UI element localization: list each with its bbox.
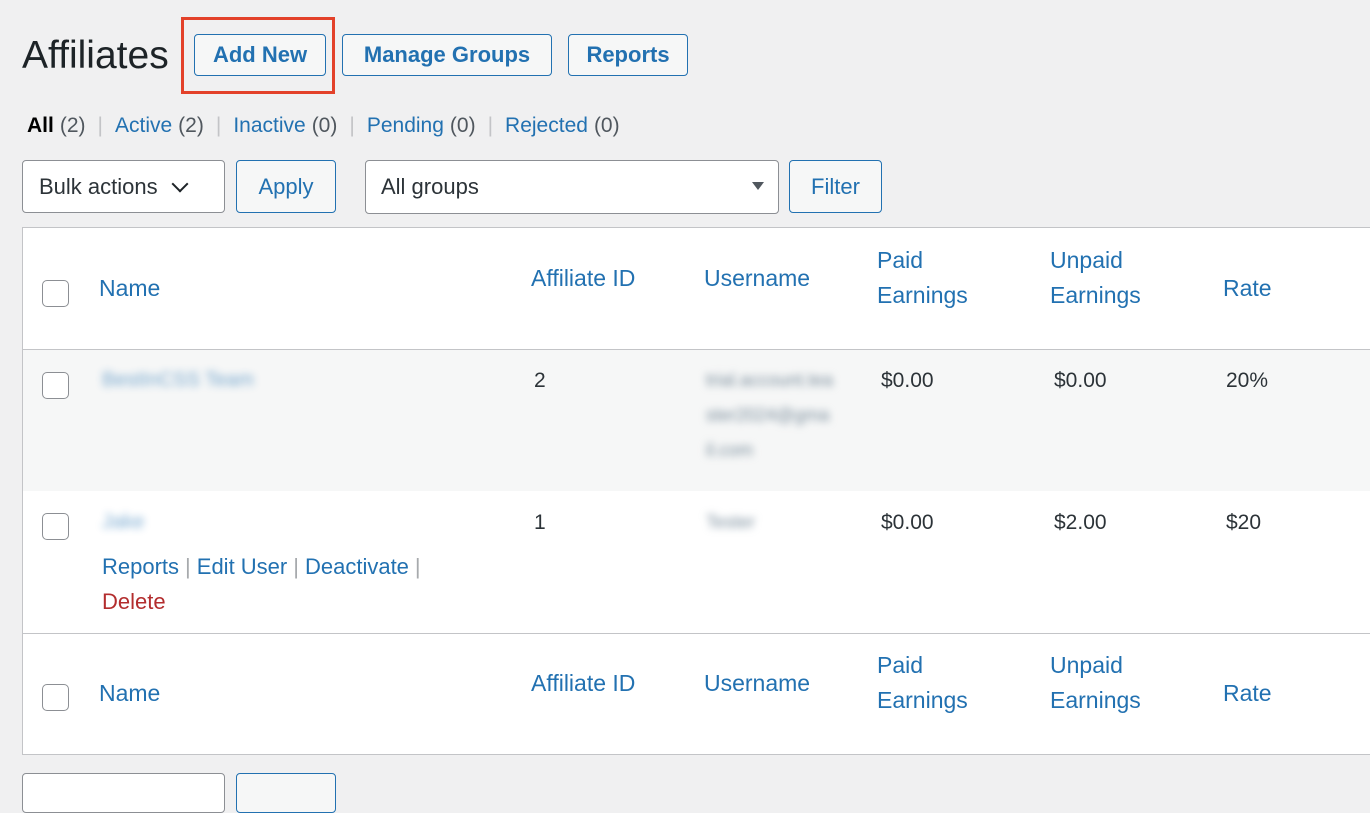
rate: $20 (1226, 511, 1262, 534)
action-separator: | (185, 554, 191, 579)
username-line: ster2024@gma (706, 405, 830, 425)
select-all-checkbox[interactable] (42, 280, 69, 307)
affiliate-name[interactable]: BestInCSS Team (102, 363, 254, 398)
affiliate-username: Tester (706, 512, 756, 532)
view-pending[interactable]: Pending (367, 114, 444, 138)
affiliates-table: Name Affiliate ID Username Paid Earnings… (22, 227, 1370, 755)
view-active-count: (2) (178, 114, 204, 137)
bulk-actions-select-bottom[interactable] (22, 773, 225, 813)
view-inactive-count: (0) (311, 114, 338, 137)
view-separator: | (349, 114, 355, 137)
column-unpaid-earnings[interactable]: Unpaid Earnings (1050, 243, 1141, 313)
view-inactive[interactable]: Inactive (233, 114, 305, 138)
caret-down-icon (752, 182, 764, 190)
bulk-actions-label: Bulk actions (39, 173, 158, 199)
rate: 20% (1226, 369, 1269, 392)
view-pending-count: (0) (449, 114, 476, 137)
row-action-delete[interactable]: Delete (102, 589, 166, 614)
paid-earnings: $0.00 (881, 369, 934, 392)
unpaid-earnings: $2.00 (1054, 511, 1107, 534)
column-unpaid-earnings[interactable]: Unpaid Earnings (1050, 648, 1141, 718)
group-filter-select[interactable]: All groups (365, 160, 779, 214)
view-rejected[interactable]: Rejected (505, 114, 588, 138)
row-checkbox[interactable] (42, 372, 69, 399)
username-line: il.com (706, 440, 754, 460)
view-all[interactable]: All (27, 114, 54, 138)
paid-earnings: $0.00 (881, 511, 934, 534)
column-unpaid-line2: Earnings (1050, 687, 1141, 713)
view-separator: | (97, 114, 103, 137)
column-rate[interactable]: Rate (1223, 676, 1272, 711)
filter-button[interactable]: Filter (789, 160, 882, 213)
row-action-deactivate[interactable]: Deactivate (305, 554, 409, 579)
column-affiliate-id[interactable]: Affiliate ID (531, 261, 635, 296)
action-separator: | (293, 554, 299, 579)
column-paid-line2: Earnings (877, 282, 968, 308)
username-line: trial.account.tea (706, 370, 834, 390)
view-separator: | (487, 114, 494, 137)
row-checkbox[interactable] (42, 513, 69, 540)
manage-groups-button[interactable]: Manage Groups (342, 34, 552, 76)
view-all-count: (2) (59, 114, 86, 137)
column-paid-earnings[interactable]: Paid Earnings (877, 648, 968, 718)
affiliate-username: trial.account.tea ster2024@gma il.com (706, 363, 833, 468)
highlight-box (181, 17, 335, 94)
view-separator: | (215, 114, 222, 137)
column-affiliate-id[interactable]: Affiliate ID (531, 666, 635, 701)
bulk-actions-select[interactable]: Bulk actions (22, 160, 225, 213)
column-unpaid-line2: Earnings (1050, 282, 1141, 308)
group-filter-label: All groups (381, 174, 479, 199)
apply-button-bottom[interactable] (236, 773, 336, 813)
table-footer-row: Name Affiliate ID Username Paid Earnings… (23, 634, 1370, 755)
column-username[interactable]: Username (704, 261, 810, 296)
action-separator: | (414, 554, 421, 579)
view-rejected-count: (0) (593, 114, 620, 137)
unpaid-earnings: $0.00 (1054, 369, 1107, 392)
column-paid-line1: Paid (877, 247, 924, 273)
column-username[interactable]: Username (704, 666, 810, 701)
row-actions: Reports | Edit User | Deactivate | Delete (102, 549, 482, 619)
row-action-reports[interactable]: Reports (102, 554, 179, 579)
affiliate-name[interactable]: Jake (102, 505, 144, 540)
affiliate-id: 1 (534, 511, 546, 534)
page-title: Affiliates (22, 34, 169, 77)
column-unpaid-line1: Unpaid (1050, 247, 1123, 273)
apply-button[interactable]: Apply (236, 160, 336, 213)
affiliate-id: 2 (534, 369, 546, 392)
table-header-row: Name Affiliate ID Username Paid Earnings… (23, 228, 1370, 350)
column-unpaid-line1: Unpaid (1050, 652, 1123, 678)
row-action-edit-user[interactable]: Edit User (197, 554, 287, 579)
column-paid-line2: Earnings (877, 687, 968, 713)
column-name[interactable]: Name (99, 271, 160, 306)
select-all-checkbox-footer[interactable] (42, 684, 69, 711)
view-active[interactable]: Active (115, 114, 172, 138)
table-row: Jake 1 Tester $0.00 $2.00 $20 Reports | Ed… (23, 491, 1370, 634)
column-paid-earnings[interactable]: Paid Earnings (877, 243, 968, 313)
status-views: All (2) | Active (2) | Inactive (0) | Pe… (27, 114, 620, 138)
column-name[interactable]: Name (99, 676, 160, 711)
column-rate[interactable]: Rate (1223, 271, 1272, 306)
table-row: BestInCSS Team 2 trial.account.tea ster2… (23, 350, 1370, 491)
chevron-down-icon (171, 175, 189, 192)
column-paid-line1: Paid (877, 652, 924, 678)
reports-button[interactable]: Reports (568, 34, 688, 76)
